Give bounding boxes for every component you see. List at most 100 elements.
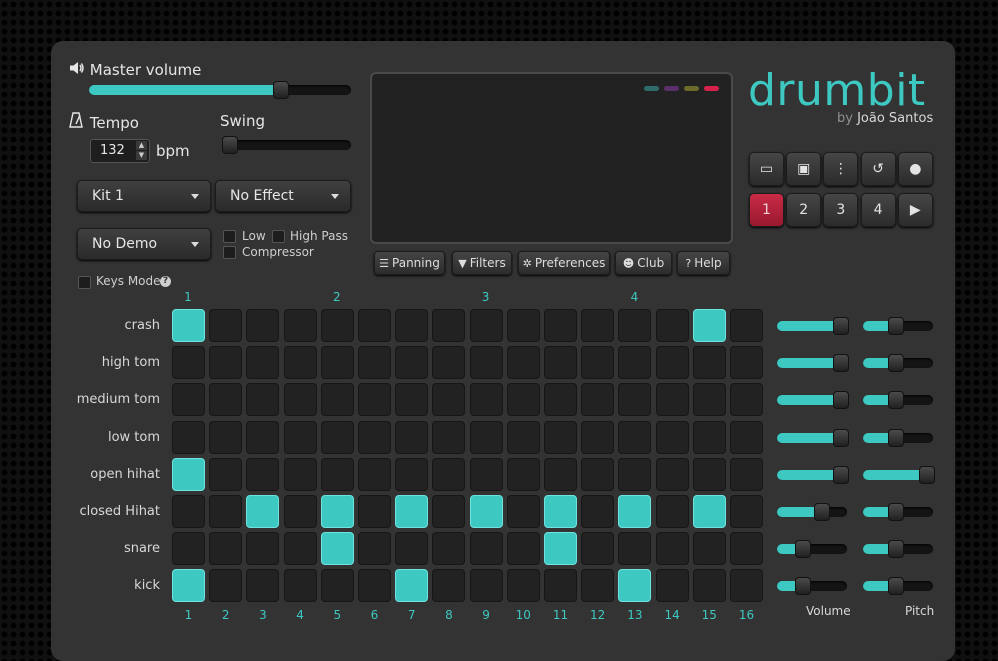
step-cell[interactable] [655,309,689,342]
step-cell[interactable] [506,309,540,342]
pitch-knob[interactable] [919,465,935,484]
step-cell[interactable] [320,383,354,417]
step-cell[interactable] [358,495,391,528]
step-cell[interactable] [320,569,354,603]
step-cell[interactable] [618,383,652,417]
volume-knob[interactable] [833,317,849,335]
step-cell[interactable] [469,457,503,491]
step-cell[interactable] [246,569,280,603]
volume-slider[interactable] [777,391,849,410]
step-cell[interactable] [469,383,503,417]
step-cell[interactable] [283,569,317,603]
open-button[interactable]: ▭ [749,152,784,186]
volume-slider[interactable] [777,465,849,484]
step-cell[interactable] [209,532,243,566]
step-cell[interactable] [283,309,317,342]
tab-preferences[interactable]: ✲ Preferences [518,251,610,275]
step-cell[interactable] [730,495,763,528]
step-cell[interactable] [358,346,391,380]
step-cell[interactable] [506,346,540,380]
volume-knob[interactable] [814,503,831,521]
step-cell[interactable] [320,495,354,528]
step-cell[interactable] [246,346,280,380]
step-cell[interactable] [320,457,354,491]
undo-button[interactable]: ↺ [860,152,896,186]
pattern-button-4[interactable]: 4 [860,193,896,227]
step-cell[interactable] [246,495,280,528]
tab-help[interactable]: ? Help [677,251,730,275]
step-cell[interactable] [432,346,466,380]
step-cell[interactable] [172,420,205,454]
play-button[interactable]: ▶ [897,193,933,227]
step-cell[interactable] [432,569,466,603]
pitch-slider[interactable] [863,577,933,596]
step-cell[interactable] [544,420,577,454]
step-cell[interactable] [395,495,429,528]
step-cell[interactable] [618,346,652,380]
pitch-slider[interactable] [863,503,933,521]
pattern-button-3[interactable]: 3 [823,193,859,227]
step-cell[interactable] [320,532,354,566]
step-cell[interactable] [581,309,615,342]
step-cell[interactable] [395,420,429,454]
step-cell[interactable] [469,569,503,603]
step-cell[interactable] [692,309,726,342]
step-cell[interactable] [432,309,466,342]
step-cell[interactable] [692,346,726,380]
step-cell[interactable] [432,457,466,491]
step-cell[interactable] [544,495,577,528]
volume-knob[interactable] [833,391,849,410]
step-cell[interactable] [246,420,280,454]
tempo-input[interactable]: 132 ▲ ▼ [90,139,150,163]
step-cell[interactable] [283,495,317,528]
step-cell[interactable] [209,457,243,491]
step-cell[interactable] [395,532,429,566]
volume-slider[interactable] [777,317,849,335]
pitch-slider[interactable] [863,354,933,373]
step-cell[interactable] [655,532,689,566]
step-cell[interactable] [730,457,763,491]
step-cell[interactable] [618,420,652,454]
volume-knob[interactable] [833,465,849,484]
keys-mode-checkbox[interactable] [78,276,91,289]
step-cell[interactable] [209,309,243,342]
step-cell[interactable] [209,420,243,454]
pitch-slider[interactable] [863,317,933,335]
pitch-slider[interactable] [863,391,933,410]
step-cell[interactable] [320,309,354,342]
step-cell[interactable] [581,420,615,454]
step-cell[interactable] [283,346,317,380]
step-cell[interactable] [692,420,726,454]
pitch-slider[interactable] [863,428,933,447]
pitch-knob[interactable] [887,391,904,410]
demo-select[interactable]: No Demo [77,228,211,260]
volume-slider[interactable] [777,503,847,521]
question-circle-icon[interactable]: ? [160,276,171,287]
high-pass-checkbox[interactable] [272,230,285,243]
step-cell[interactable] [395,569,429,603]
tempo-spinner-up[interactable]: ▲ [136,141,147,150]
step-cell[interactable] [581,346,615,380]
step-cell[interactable] [506,457,540,491]
volume-knob[interactable] [794,577,811,596]
step-cell[interactable] [655,346,689,380]
effect-select[interactable]: No Effect [215,180,351,212]
step-cell[interactable] [655,383,689,417]
step-cell[interactable] [692,383,726,417]
step-cell[interactable] [581,457,615,491]
step-cell[interactable] [581,495,615,528]
master-volume-knob[interactable] [273,81,290,99]
step-cell[interactable] [209,346,243,380]
step-cell[interactable] [172,532,205,566]
step-cell[interactable] [469,532,503,566]
volume-slider[interactable] [777,428,849,447]
step-cell[interactable] [655,420,689,454]
step-cell[interactable] [209,569,243,603]
volume-slider[interactable] [777,540,847,559]
step-cell[interactable] [506,383,540,417]
step-cell[interactable] [544,569,577,603]
step-cell[interactable] [172,346,205,380]
volume-knob[interactable] [833,354,849,373]
step-cell[interactable] [358,420,391,454]
pitch-knob[interactable] [887,577,904,596]
